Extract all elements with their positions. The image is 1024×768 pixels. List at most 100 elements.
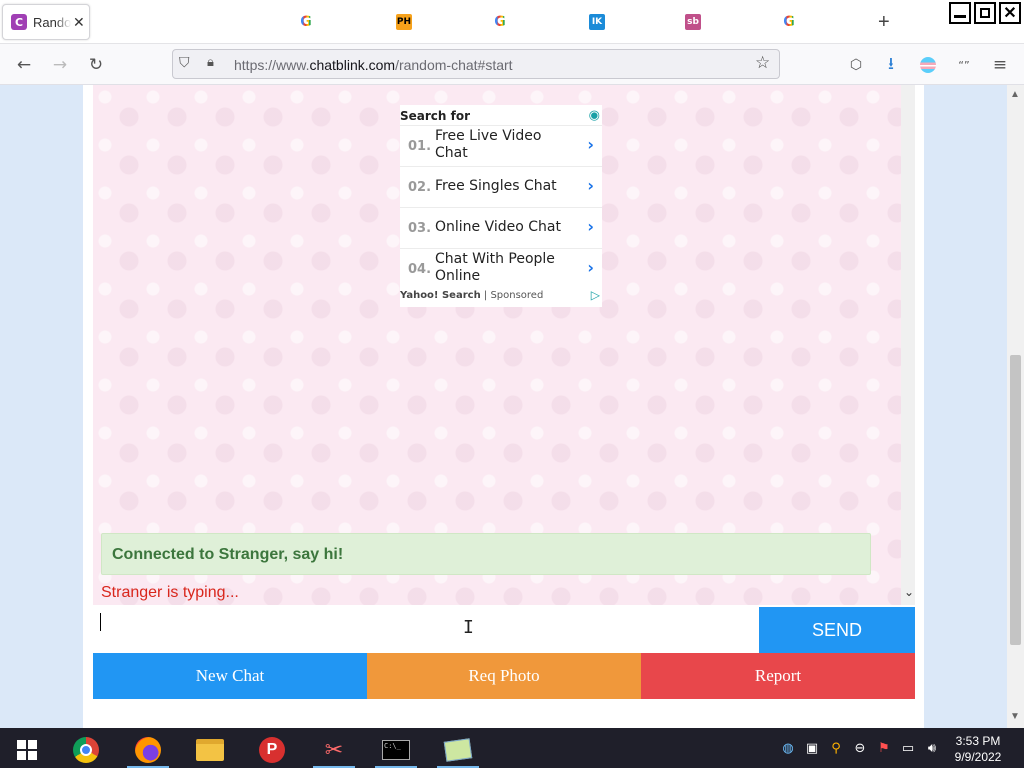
tray-camera-icon[interactable]: ▣ [804,740,820,756]
message-composer: I SEND [93,607,915,653]
pocket-button[interactable]: ⬡ [845,54,867,76]
reload-button[interactable]: ↻ [85,54,107,76]
page-scrollbar[interactable]: ▲ ▼ [1007,85,1024,728]
scroll-up-icon[interactable]: ▲ [1010,89,1020,100]
ad-item[interactable]: 01. Free Live Video Chat › [400,125,602,163]
url-bar[interactable]: ⛉ 🔒︎ https://www.chatblink.com/random-ch… [172,49,780,79]
menu-button[interactable]: ≡ [989,54,1011,76]
folder-icon [196,739,224,761]
ad-footer-sponsored: Sponsored [490,290,544,301]
chevron-right-icon: › [587,135,594,154]
adchoices-icon[interactable]: ▷ [591,288,600,302]
navigation-bar: ← → ↻ ⛉ 🔒︎ https://www.chatblink.com/ran… [0,44,1024,85]
restore-button[interactable] [974,2,996,24]
scrollbar-thumb[interactable] [1010,355,1021,645]
ad-item[interactable]: 02. Free Singles Chat › [400,166,602,204]
tray-search-icon[interactable]: ⚲ [828,740,844,756]
sponsored-search-ad: Search for ◉ 01. Free Live Video Chat › … [400,105,602,307]
close-window-button[interactable]: ✕ [999,2,1021,24]
tab-ik[interactable]: IK [589,14,605,30]
chat-scrollbar[interactable]: ⌄ [901,85,915,605]
download-icon: ⭳ [888,53,894,74]
tray-volume-icon[interactable]: 🔊︎ [924,740,940,756]
close-window-icon: ✕ [1003,5,1017,22]
ad-item[interactable]: 04. Chat With People Online › [400,248,602,286]
minimize-icon [954,14,966,18]
taskbar-chrome[interactable] [61,732,111,768]
taskbar-firefox[interactable] [123,732,173,768]
bookmark-star-icon[interactable]: ☆ [755,53,770,73]
command-prompt-icon: C:\_ [382,740,410,760]
taskbar-file-explorer[interactable] [185,732,235,768]
ad-item-text: Free Live Video Chat [435,128,542,161]
chevron-right-icon: › [587,176,594,195]
ad-item[interactable]: 03. Online Video Chat › [400,207,602,245]
ph-icon: PH [396,14,412,30]
tab-strip: C Random Chat ✕ G PH G IK sb G + ✕ [0,0,1024,44]
google-icon: G [783,14,795,30]
url-text[interactable]: https://www.chatblink.com/random-chat#st… [234,57,513,73]
back-button[interactable]: ← [13,54,35,76]
connected-status-message: Connected to Stranger, say hi! [101,533,871,575]
hamburger-menu-icon: ≡ [992,55,1008,75]
tab-random-chat[interactable]: C Random Chat ✕ [2,4,90,40]
new-chat-button[interactable]: New Chat [93,653,367,699]
tray-network-icon[interactable]: ◍ [780,740,796,756]
ad-item-number: 04. [408,262,432,277]
report-button[interactable]: Report [641,653,915,699]
ik-icon: IK [589,14,605,30]
new-tab-button[interactable]: + [878,12,890,32]
google-icon: G [494,14,506,30]
minimize-button[interactable] [949,2,971,24]
clock-date: 9/9/2022 [954,750,1002,764]
tab-google-3[interactable]: G [781,14,797,30]
sb-icon: sb [685,14,701,30]
tab-google-1[interactable]: G [298,14,314,30]
close-tab-icon[interactable]: ✕ [73,14,85,31]
tab-google-2[interactable]: G [492,14,508,30]
reload-icon: ↻ [88,55,104,75]
taskbar-command-prompt[interactable]: C:\_ [371,732,421,768]
tab-sb[interactable]: sb [685,14,701,30]
chevron-down-icon[interactable]: ⌄ [904,585,914,599]
downloads-button[interactable]: ⭳ [880,54,902,76]
chevron-right-icon: › [587,217,594,236]
req-photo-button[interactable]: Req Photo [367,653,641,699]
tab-ph[interactable]: PH [396,14,412,30]
typing-indicator: Stranger is typing... [101,584,239,601]
taskbar-clock[interactable]: 3:53 PM 9/9/2022 [946,733,1010,765]
clock-time: 3:53 PM [955,734,1001,748]
tray-minus-icon[interactable]: ⊖ [852,740,868,756]
reader-extension-button[interactable]: “” [953,54,975,76]
ad-item-number: 02. [408,180,432,195]
web-page: Search for ◉ 01. Free Live Video Chat › … [0,85,1007,728]
chat-log[interactable]: Search for ◉ 01. Free Live Video Chat › … [93,85,915,605]
ad-header: Search for [400,109,471,123]
extension-button[interactable] [917,54,939,76]
forward-button[interactable]: → [49,54,71,76]
taskbar-snipping-tool[interactable]: ✂ [309,732,359,768]
back-arrow-icon: ← [16,55,32,75]
lock-icon[interactable]: 🔒︎ [207,55,214,70]
ad-footer: Yahoo! Search | Sponsored [400,290,543,301]
chatblink-favicon-icon: C [11,14,27,30]
ad-item-text: Chat With People Online [435,251,555,284]
message-input[interactable] [93,607,759,653]
ad-item-text: Free Singles Chat [435,178,557,194]
taskbar-app-p[interactable]: P [247,732,297,768]
text-cursor-icon: I [463,617,474,638]
start-button[interactable] [2,732,52,768]
ad-item-number: 01. [408,139,432,154]
scroll-down-icon[interactable]: ▼ [1010,711,1020,722]
scissors-icon: ✂ [324,737,344,763]
send-button[interactable]: SEND [759,607,915,653]
tab-title: Random Chat [33,14,71,30]
forward-arrow-icon: → [52,55,68,75]
tray-display-icon[interactable]: ▭ [900,740,916,756]
tray-flag-icon[interactable]: ⚑ [876,740,892,756]
quote-icon: “” [958,58,970,72]
taskbar-notes-app[interactable] [433,732,483,768]
shield-icon[interactable]: ⛉ [179,55,190,71]
taskbar: P ✂ C:\_ ◍ ▣ ⚲ ⊖ ⚑ ▭ 🔊︎ 3:53 PM 9/9/2022 [0,728,1024,768]
ad-visibility-icon[interactable]: ◉ [589,108,600,123]
